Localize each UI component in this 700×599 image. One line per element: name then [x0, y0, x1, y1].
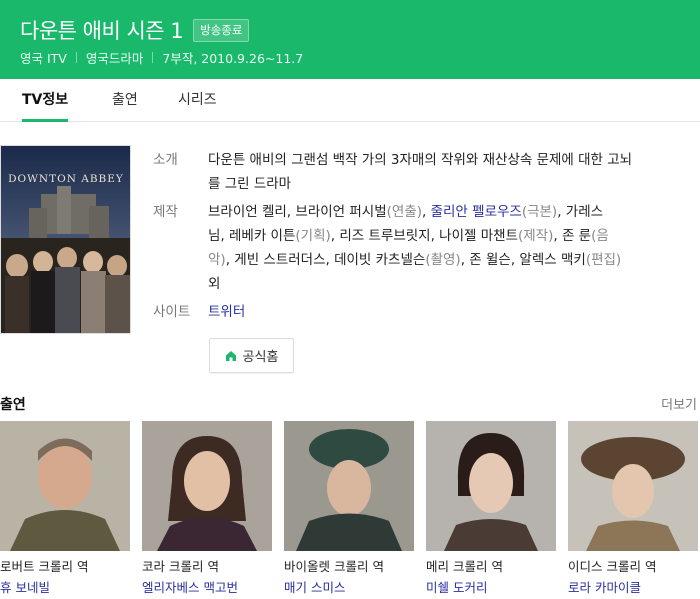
- production-credit: , 게빈 스트러더스, 데이빗 카츠넬슨: [225, 252, 426, 268]
- writer-link[interactable]: 줄리안 펠로우즈: [431, 204, 522, 220]
- official-homepage-button[interactable]: 공식홈: [209, 338, 294, 373]
- cast-photo[interactable]: [284, 421, 414, 551]
- header-banner: 다운튼 애비 시즌 1 방송종료 영국 ITV 영국드라마 7부작, 2010.…: [0, 0, 700, 79]
- cast-role: 이디스 크롤리 역: [568, 559, 657, 574]
- cast-more-link[interactable]: 더보기: [661, 394, 697, 414]
- cast-photo-art: [426, 421, 556, 551]
- schedule-text: 7부작, 2010.9.26~11.7: [162, 51, 304, 66]
- poster-title-text: DOWNTON ABBEY: [8, 173, 124, 185]
- production-role: (기획): [295, 228, 331, 244]
- production-credit: 님, 레베카 이튼: [208, 228, 296, 244]
- tab-bar: TV정보 출연 시리즈: [0, 79, 700, 122]
- cast-photo[interactable]: [0, 421, 130, 551]
- program-title[interactable]: 다운튼 애비 시즌 1: [20, 15, 184, 45]
- intro-text-line: 다운튼 애비의 그랜섬 백작 가의 3자매의 작위와 재산상속 문제에 대한 고…: [208, 152, 633, 168]
- cast-photo[interactable]: [426, 421, 556, 551]
- cast-card[interactable]: 바이올렛 크롤리 역 매기 스미스: [284, 421, 414, 596]
- production-role: (음: [591, 228, 609, 244]
- intro-text: 다운튼 애비의 그랜섬 백작 가의 3자매의 작위와 재산상속 문제에 대한 고…: [208, 148, 632, 196]
- program-info: 소개 다운튼 애비의 그랜섬 백작 가의 3자매의 작위와 재산상속 문제에 대…: [153, 148, 673, 324]
- cast-photo-art: [284, 421, 414, 551]
- home-icon: [225, 350, 236, 361]
- genre-text: 영국드라마: [85, 51, 144, 66]
- cast-photo-art: [568, 421, 698, 551]
- meta-divider: [152, 52, 154, 63]
- cast-section-header: 출연 더보기: [0, 394, 700, 414]
- production-label: 제작: [153, 204, 178, 220]
- cast-actor-link[interactable]: 매기 스미스: [284, 579, 414, 596]
- cast-role: 로버트 크롤리 역: [0, 559, 89, 574]
- cast-card[interactable]: 코라 크롤리 역 엘리자베스 맥고번: [142, 421, 272, 596]
- site-row: 사이트 트위터: [153, 300, 673, 324]
- channel-text: 영국 ITV: [20, 51, 67, 66]
- cast-photo-art: [0, 421, 130, 551]
- tab-cast[interactable]: 출연: [112, 79, 138, 122]
- cast-role: 바이올렛 크롤리 역: [284, 559, 384, 574]
- cast-photo-art: [142, 421, 272, 551]
- cast-section-title: 출연: [0, 397, 26, 413]
- production-role: (연출): [386, 204, 422, 220]
- cast-card[interactable]: 메리 크롤리 역 미쉘 도커리: [426, 421, 556, 596]
- production-role: 악): [208, 252, 226, 268]
- intro-label: 소개: [153, 152, 178, 168]
- production-credit: ,: [422, 204, 431, 220]
- production-credit: , 가레스: [557, 204, 604, 220]
- production-credit: , 존 윌슨, 알렉스 맥키: [460, 252, 586, 268]
- site-label: 사이트: [153, 304, 191, 320]
- production-credit: , 존 룬: [553, 228, 592, 244]
- production-credit: 브라이언 켈리, 브라이언 퍼시벌: [208, 204, 387, 220]
- cast-actor-link[interactable]: 휴 보네빌: [0, 579, 130, 596]
- tab-series[interactable]: 시리즈: [178, 79, 217, 122]
- production-credit: 외: [208, 276, 221, 292]
- production-row: 제작 브라이언 켈리, 브라이언 퍼시벌(연출), 줄리안 펠로우즈(극본), …: [153, 200, 673, 296]
- cast-actor-link[interactable]: 로라 카마이클: [568, 579, 698, 596]
- production-credit: , 리즈 트루브릿지, 나이젤 마챈트: [330, 228, 518, 244]
- cast-role: 메리 크롤리 역: [426, 559, 503, 574]
- cast-photo[interactable]: [568, 421, 698, 551]
- poster-image[interactable]: DOWNTON ABBEY: [0, 145, 131, 334]
- intro-text-line: 를 그린 드라마: [208, 176, 292, 192]
- production-role: (극본): [521, 204, 558, 220]
- official-homepage-label: 공식홈: [242, 350, 279, 365]
- program-meta: 영국 ITV 영국드라마 7부작, 2010.9.26~11.7: [20, 48, 303, 67]
- cast-actor-link[interactable]: 미쉘 도커리: [426, 579, 556, 596]
- twitter-link[interactable]: 트위터: [208, 304, 245, 320]
- production-text: 브라이언 켈리, 브라이언 퍼시벌(연출), 줄리안 펠로우즈(극본), 가레스…: [208, 200, 621, 296]
- poster-illustration: DOWNTON ABBEY: [1, 146, 130, 333]
- cast-card[interactable]: 이디스 크롤리 역 로라 카마이클: [568, 421, 698, 596]
- production-role: (제작): [518, 228, 554, 244]
- cast-actor-link[interactable]: 엘리자베스 맥고번: [142, 579, 272, 596]
- status-badge: 방송종료: [193, 18, 250, 42]
- meta-divider: [75, 52, 77, 63]
- intro-row: 소개 다운튼 애비의 그랜섬 백작 가의 3자매의 작위와 재산상속 문제에 대…: [153, 148, 673, 196]
- cast-photo[interactable]: [142, 421, 272, 551]
- tab-tv-info[interactable]: TV정보: [22, 79, 69, 122]
- production-role: (편집): [585, 252, 622, 268]
- production-role: (촬영): [425, 252, 461, 268]
- cast-card[interactable]: 로버트 크롤리 역 휴 보네빌: [0, 421, 130, 596]
- cast-role: 코라 크롤리 역: [142, 559, 219, 574]
